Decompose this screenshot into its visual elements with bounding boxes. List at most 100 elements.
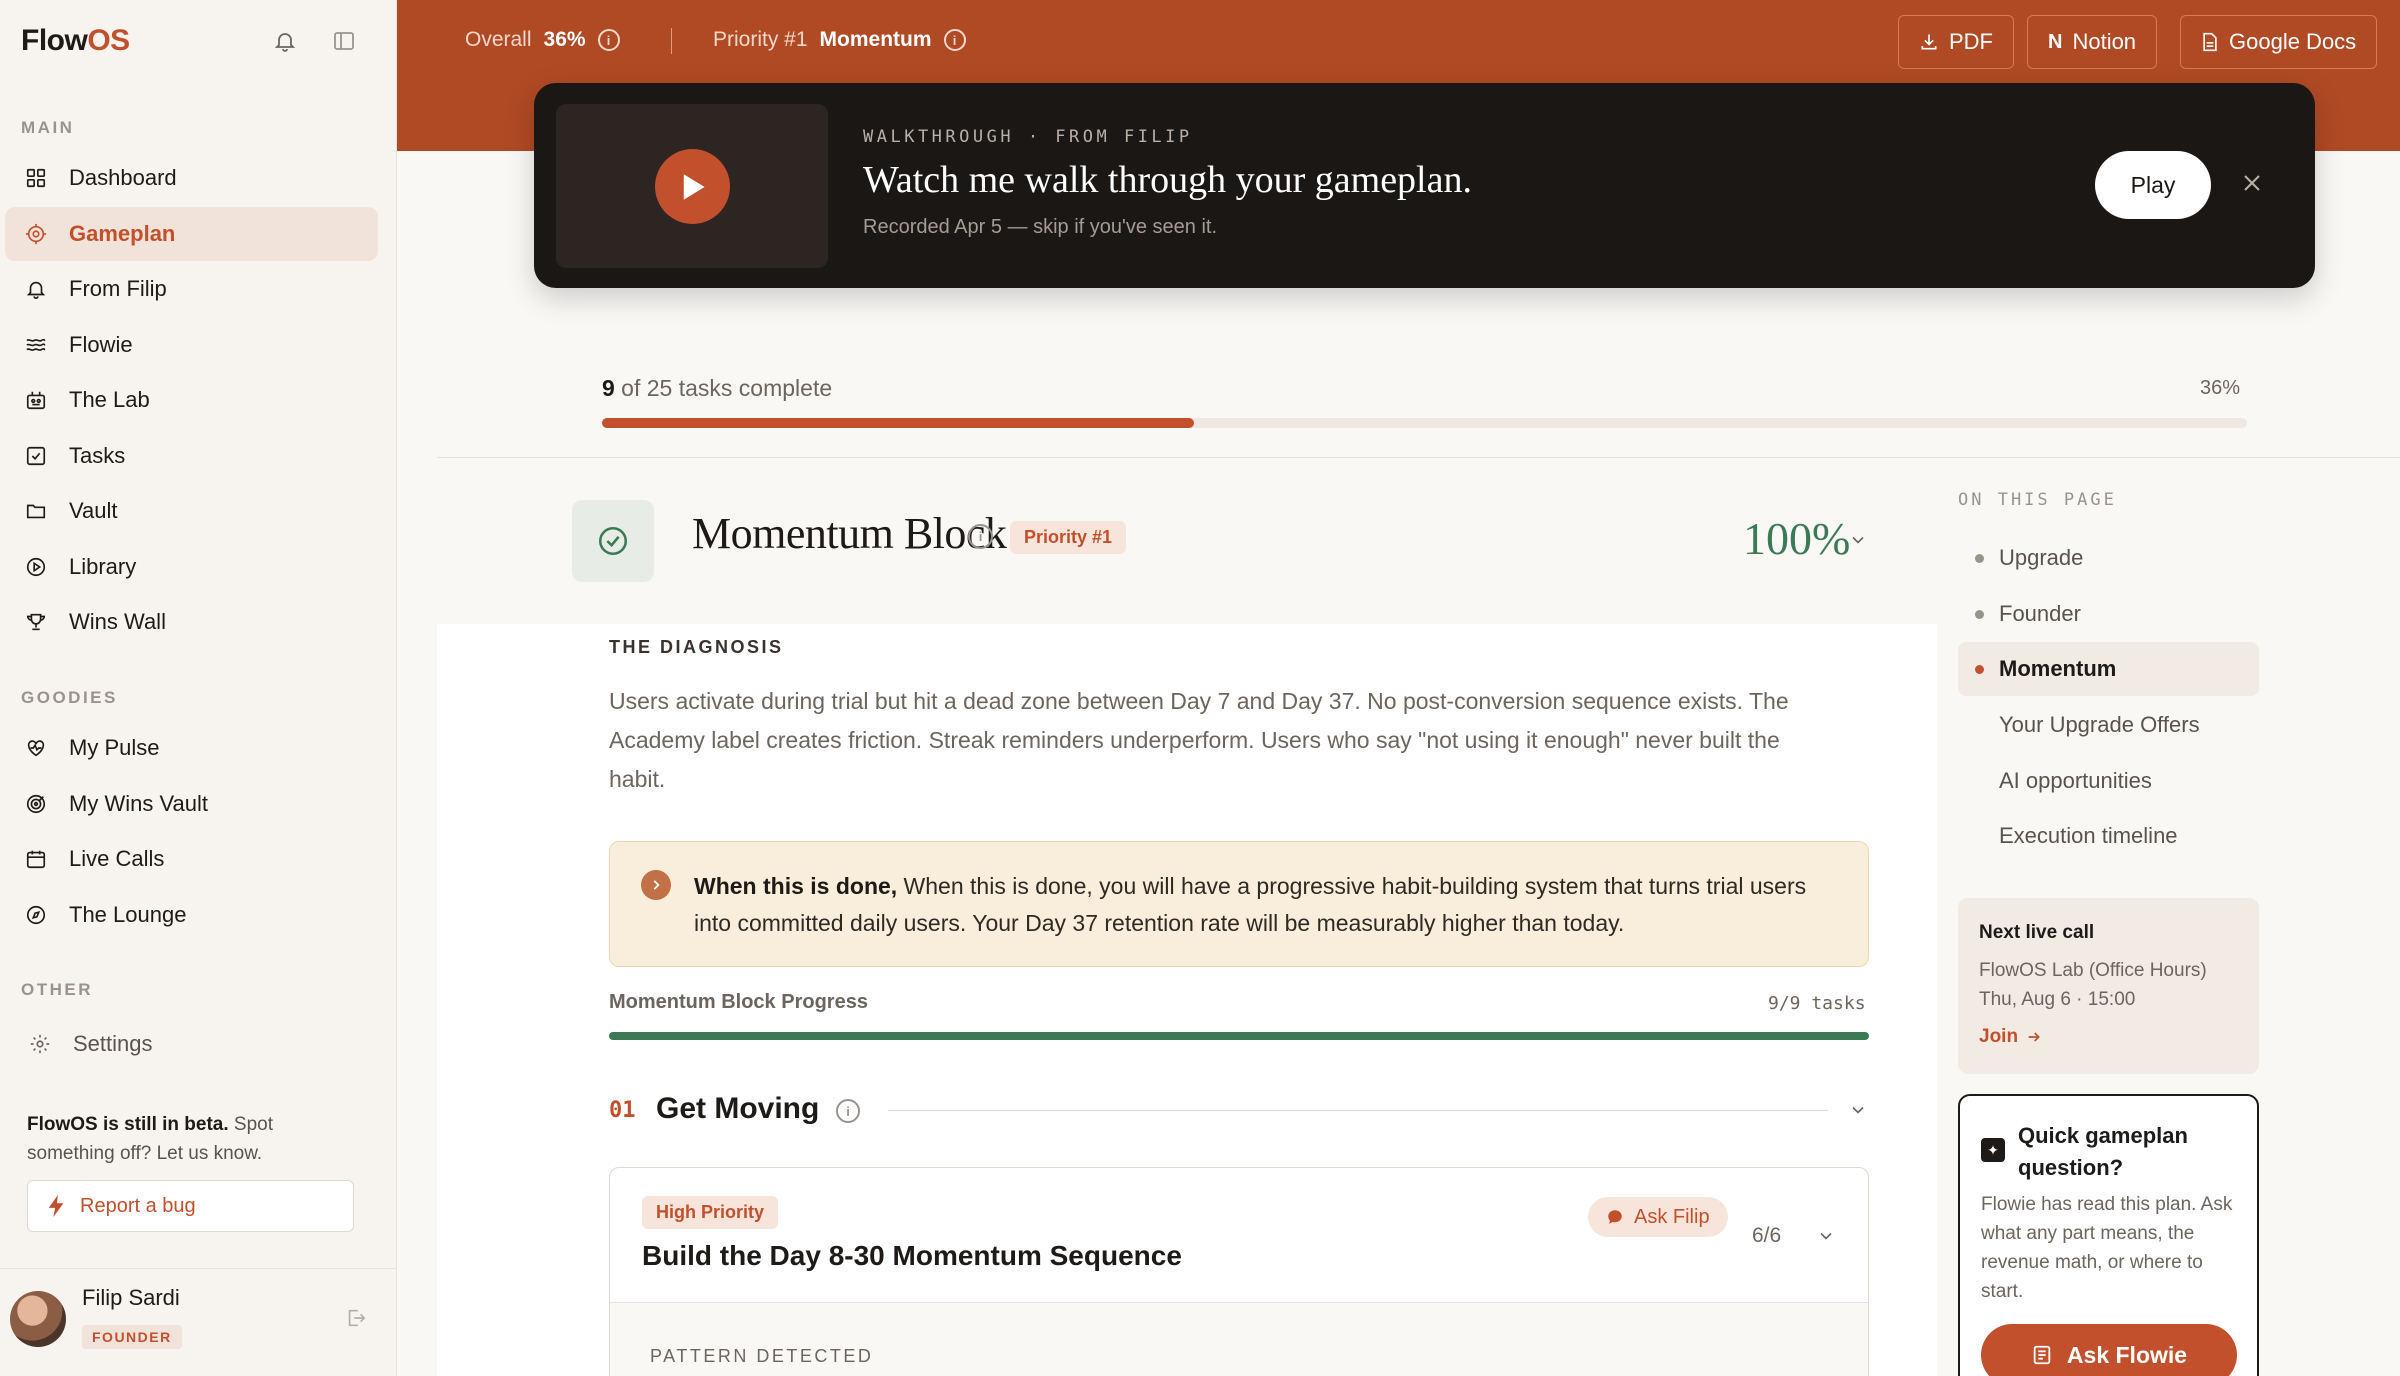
block-progress-bar <box>609 1032 1869 1040</box>
toc-item-momentum[interactable]: Momentum <box>1958 642 2259 696</box>
sidebar-item-wins-wall[interactable]: Wins Wall <box>5 595 378 649</box>
task-divider <box>610 1302 1868 1303</box>
sidebar-item-label: The Lab <box>69 387 150 412</box>
report-bug-button[interactable]: Report a bug <box>27 1180 354 1232</box>
play-button[interactable]: Play <box>2095 151 2211 219</box>
sidebar-item-library[interactable]: Library <box>5 540 378 594</box>
diagnosis-label: THE DIAGNOSIS <box>609 637 784 657</box>
chevron-down-icon[interactable] <box>1816 1226 1836 1251</box>
toc-dot <box>1975 610 1984 619</box>
sidebar-item-label: My Wins Vault <box>69 791 208 816</box>
app-logo[interactable]: FlowOS <box>21 24 130 58</box>
sidebar-item-live-calls[interactable]: Live Calls <box>5 832 378 886</box>
info-icon[interactable]: i <box>597 29 620 51</box>
priority-badge: Priority #1 <box>1010 521 1127 554</box>
sidebar-item-the-lounge[interactable]: The Lounge <box>5 888 378 942</box>
report-bug-label: Report a bug <box>80 1194 196 1217</box>
waves-icon <box>23 332 49 358</box>
chat-bubble-icon <box>1606 1208 1624 1226</box>
task-count: 6/6 <box>1752 1224 1782 1247</box>
beta-notice: FlowOS is still in beta. Spot something … <box>27 1114 274 1164</box>
sidebar-item-label: Flowie <box>69 332 133 357</box>
ask-flowie-label: Ask Flowie <box>2066 1341 2188 1368</box>
video-thumbnail[interactable] <box>556 104 828 268</box>
tasks-progress-percent: 36% <box>2200 377 2241 399</box>
sidebar-item-from-filip[interactable]: From Filip <box>5 262 378 316</box>
overall-label: Overall <box>465 28 532 51</box>
info-icon[interactable]: i <box>968 524 993 549</box>
compass-icon <box>23 902 49 928</box>
live-call-title: Next live call <box>1979 922 2095 943</box>
sidebar-item-label: Wins Wall <box>69 609 166 634</box>
header-divider <box>671 28 672 54</box>
chevron-down-icon[interactable] <box>1848 1100 1868 1125</box>
calendar-icon <box>23 846 49 872</box>
sidebar-item-gameplan[interactable]: Gameplan <box>5 207 378 261</box>
export-notion-button[interactable]: N Notion <box>2027 15 2158 69</box>
overall-value: 36% <box>543 28 586 51</box>
toc-item-founder[interactable]: Founder <box>1958 587 2259 641</box>
info-icon[interactable]: i <box>943 29 966 51</box>
section-label-goodies: GOODIES <box>21 688 118 707</box>
sidebar-item-settings[interactable]: Settings <box>5 1017 378 1071</box>
walkthrough-kicker: WALKTHROUGH · FROM FILIP <box>863 127 1193 147</box>
task-card[interactable]: High Priority Build the Day 8-30 Momentu… <box>609 1167 1869 1376</box>
quick-question-card: ✦ Quick gameplan question? Flowie has re… <box>1958 1094 2259 1376</box>
lab-icon <box>23 387 49 413</box>
export-pdf-label: PDF <box>1949 29 1993 54</box>
bell-icon <box>23 276 49 302</box>
sidebar-item-my-pulse[interactable]: My Pulse <box>5 721 378 775</box>
block-complete-check-icon <box>572 500 654 582</box>
gear-icon <box>27 1031 53 1057</box>
live-call-details: FlowOS Lab (Office Hours) Thu, Aug 6 · 15… <box>1979 960 2207 1010</box>
ask-filip-label: Ask Filip <box>1634 1205 1710 1228</box>
block-progress-label: Momentum Block Progress <box>609 991 868 1013</box>
play-icon[interactable] <box>655 149 730 224</box>
notifications-bell-icon[interactable] <box>270 26 300 56</box>
join-call-link[interactable]: Join <box>1979 1026 2042 1048</box>
close-icon[interactable] <box>2240 171 2264 200</box>
folder-icon <box>23 498 49 524</box>
notion-icon: N <box>2048 30 2063 53</box>
step-number: 01 <box>609 1098 636 1123</box>
logout-icon[interactable] <box>345 1307 367 1334</box>
sidebar-item-label: Library <box>69 554 137 579</box>
target-icon <box>23 221 49 247</box>
arrow-right-icon <box>2026 1029 2042 1045</box>
checkbox-icon <box>23 443 49 469</box>
sidebar-item-vault[interactable]: Vault <box>5 484 378 538</box>
ask-flowie-button[interactable]: Ask Flowie <box>1981 1324 2237 1376</box>
block-progress-fill <box>609 1032 1869 1040</box>
user-name: Filip Sardi <box>82 1285 180 1310</box>
section-label-other: OTHER <box>21 980 93 999</box>
sidebar-item-label: The Lounge <box>69 902 187 927</box>
section-label-main: MAIN <box>21 118 75 137</box>
toc-item-ai-opportunities[interactable]: AI opportunities <box>1958 754 2259 808</box>
info-icon[interactable]: i <box>836 1099 860 1123</box>
sidebar-item-dashboard[interactable]: Dashboard <box>5 151 378 205</box>
toc-item-execution-timeline[interactable]: Execution timeline <box>1958 809 2259 863</box>
tasks-progress-bar <box>602 418 2247 428</box>
toc-item-upgrade[interactable]: Upgrade <box>1958 531 2259 585</box>
sidebar-toggle-icon[interactable] <box>329 26 359 56</box>
tasks-progress-label: 9 of 25 tasks complete <box>602 375 833 401</box>
sidebar-item-tasks[interactable]: Tasks <box>5 429 378 483</box>
diagnosis-text: Users activate during trial but hit a de… <box>609 688 1789 792</box>
document-icon <box>2201 32 2219 52</box>
sidebar-item-label: Dashboard <box>69 165 177 190</box>
sidebar-item-flowie[interactable]: Flowie <box>5 318 378 372</box>
trophy-icon <box>23 609 49 635</box>
block-percent: 100% <box>1743 513 1851 564</box>
sidebar-item-label: Vault <box>69 498 118 523</box>
sidebar-item-the-lab[interactable]: The Lab <box>5 373 378 427</box>
sidebar-item-label: Settings <box>73 1031 153 1056</box>
toc-item-upgrade-offers[interactable]: Your Upgrade Offers <box>1958 698 2259 752</box>
sidebar-item-my-wins-vault[interactable]: My Wins Vault <box>5 777 378 831</box>
ask-filip-button[interactable]: Ask Filip <box>1588 1197 1728 1237</box>
export-pdf-button[interactable]: PDF <box>1898 15 2014 69</box>
export-google-docs-button[interactable]: Google Docs <box>2180 15 2378 69</box>
pattern-detected-label: PATTERN DETECTED <box>650 1346 874 1366</box>
sidebar-item-label: From Filip <box>69 276 167 301</box>
chevron-down-icon[interactable] <box>1848 530 1868 555</box>
user-profile[interactable]: Filip Sardi FOUNDER <box>0 1268 397 1376</box>
